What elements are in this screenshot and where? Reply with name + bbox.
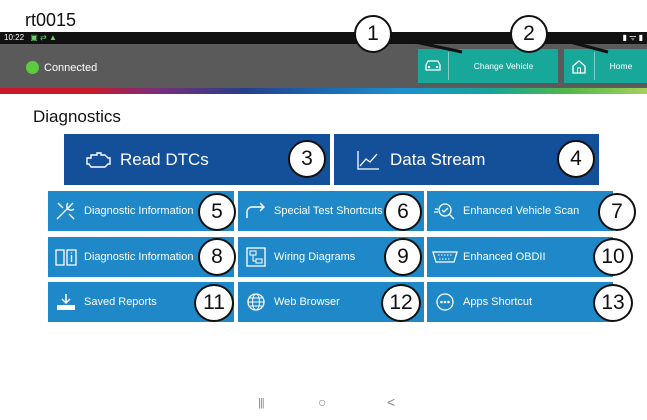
app-header: Connected Change Vehicle Home [0,44,647,88]
car-front-icon [418,59,448,73]
special-test-shortcuts-label: Special Test Shortcuts [274,205,383,217]
callout-10: 10 [593,238,633,276]
saved-reports-label: Saved Reports [84,296,157,308]
book-info-icon [48,247,84,267]
page-title: Diagnostics [33,107,121,126]
connected-indicator-icon [26,61,39,74]
callout-13: 13 [593,284,633,322]
engine-icon [76,150,120,170]
recents-nav-button[interactable]: ||| [258,397,265,409]
callout-5: 5 [198,193,236,231]
diagnostic-information-book-label: Diagnostic Information [84,251,194,263]
globe-icon [238,291,274,313]
wiring-diagrams-label: Wiring Diagrams [274,251,356,263]
home-nav-button[interactable]: ○ [318,394,326,410]
tools-icon [48,200,84,222]
connection-status: Connected [26,61,97,74]
apps-shortcut-button[interactable]: Apps Shortcut [427,282,613,322]
brand-color-stripe [0,88,647,94]
apps-shortcut-label: Apps Shortcut [463,296,533,308]
change-vehicle-button[interactable]: Change Vehicle [418,49,558,83]
callout-11: 11 [194,284,234,322]
diagnostic-information-label: Diagnostic Information [84,205,194,217]
status-bar: 10:22 ▣ ⇄ ▲ ▮ ᯤ ▮ [0,32,647,44]
callout-4: 4 [557,140,595,178]
change-vehicle-label: Change Vehicle [473,61,534,71]
obd-connector-icon [427,249,463,265]
enhanced-vehicle-scan-label: Enhanced Vehicle Scan [463,205,580,217]
download-tray-icon [48,292,84,312]
notification-icons: ▣ ⇄ ▲ [30,33,57,42]
callout-6: 6 [384,193,422,231]
apps-grid-icon [427,291,463,313]
callout-2: 2 [510,15,548,53]
back-nav-button[interactable]: < [387,394,395,410]
android-nav-bar: ||| ○ < [0,388,647,420]
home-label: Home [609,61,633,71]
status-time: 10:22 [4,33,25,42]
redirect-arrow-icon [238,201,274,221]
line-chart-icon [346,149,390,171]
home-icon [564,59,594,74]
screenshot-page: rt0015 10:22 ▣ ⇄ ▲ ▮ ᯤ ▮ Connected Chang… [0,0,647,420]
enhanced-obdii-label: Enhanced OBDII [463,251,546,263]
callout-7: 7 [598,193,636,231]
vehicle-scan-icon [427,201,463,221]
callout-8: 8 [198,238,236,276]
callout-1: 1 [354,15,392,53]
callout-3: 3 [288,140,326,178]
web-browser-label: Web Browser [274,296,340,308]
callout-12: 12 [381,284,421,322]
enhanced-obdii-button[interactable]: Enhanced OBDII [427,237,613,277]
read-dtcs-label: Read DTCs [120,149,209,169]
system-icons: ▮ ᯤ ▮ [622,33,643,42]
data-stream-label: Data Stream [390,149,486,169]
wiring-diagram-icon [238,246,274,268]
callout-9: 9 [384,238,422,276]
home-button[interactable]: Home [564,49,647,83]
figure-label: rt0015 [25,10,77,30]
enhanced-vehicle-scan-button[interactable]: Enhanced Vehicle Scan [427,191,613,231]
connection-status-label: Connected [44,61,98,74]
